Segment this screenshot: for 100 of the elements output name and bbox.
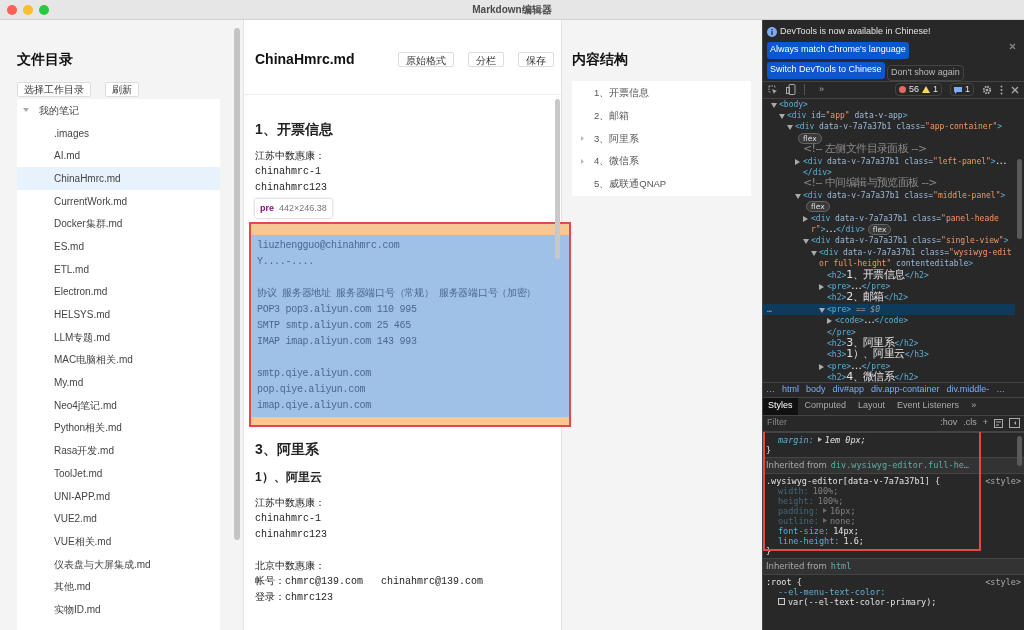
tree-item[interactable]: ChinaHmrc.md (17, 167, 220, 190)
outline-item[interactable]: 3、阿里系 (594, 131, 640, 146)
device-icon[interactable] (786, 84, 796, 95)
dom-node[interactable]: </div> (803, 167, 832, 177)
message-counter[interactable]: 1 (950, 83, 974, 96)
style-source[interactable]: <style> (985, 576, 1021, 587)
caret-icon[interactable] (803, 239, 809, 245)
caret-icon[interactable] (819, 363, 824, 370)
panel-tab[interactable]: Event Listeners (892, 397, 965, 415)
dismiss-button[interactable]: Don't show again (887, 65, 964, 81)
tree-item[interactable]: VUE2.md (17, 507, 220, 531)
tree-item[interactable]: Electron.md (17, 280, 220, 304)
panel-tab[interactable]: Computed (799, 397, 852, 415)
dom-tree-row[interactable]: <h2>1、开票信息</h2> (763, 269, 1015, 281)
outline-item[interactable]: 4、微信系 (594, 154, 640, 169)
breadcrumb[interactable]: div.app-container (871, 382, 940, 397)
color-swatch-icon[interactable] (778, 598, 785, 605)
dom-node[interactable]: <div data-v-7a7a37b1 class="wysiwyg-editor full-height" contenteditable> (819, 246, 1015, 270)
outline-item[interactable]: 2、邮箱 (594, 108, 630, 124)
dom-node[interactable]: <h2>4、微信系</h2> (827, 372, 919, 382)
dom-node[interactable]: <div data-v-7a7a37b1 class="single-view"> (811, 235, 1009, 247)
dom-tree-row[interactable]: <div data-v-7a7a37b1 class="left-panel">… (763, 155, 1015, 167)
tree-item[interactable]: MAC电脑相关.md (17, 348, 220, 372)
tree-item[interactable]: .images (17, 121, 220, 145)
inspect-icon[interactable] (768, 84, 778, 95)
caret-icon[interactable] (827, 318, 832, 325)
panel-tab[interactable]: Styles (763, 397, 798, 415)
tree-item[interactable]: Python相关.md (17, 416, 220, 440)
caret-icon[interactable] (787, 125, 793, 131)
dom-tree-row[interactable]: <div data-v-7a7a37b1 class="wysiwyg-editor full-height" contenteditable> (763, 246, 1015, 270)
more-tabs[interactable]: » (966, 397, 982, 415)
dom-node[interactable]: </pre> (827, 327, 856, 337)
dom-tree-row[interactable]: <!-- 中间编辑与预览面板 --> (763, 178, 1015, 190)
dom-node[interactable]: <h2>1、开票信息</h2> (827, 269, 929, 281)
toolbar-button[interactable]: 选择工作目录 (17, 82, 91, 97)
dom-node[interactable]: <div data-v-7a7a37b1 class="left-panel">… (803, 155, 1007, 167)
settings-icon[interactable] (982, 84, 992, 95)
tree-item[interactable]: 其他.md (17, 575, 220, 599)
dom-tree-row[interactable]: <h2>4、微信系</h2> (763, 372, 1015, 382)
caret-icon[interactable] (795, 158, 800, 165)
dom-tree-row[interactable]: <!-- 左侧文件目录面板 --> (763, 144, 1015, 156)
tree-item[interactable]: HELSYS.md (17, 303, 220, 326)
dom-node[interactable]: <pre>…</pre> (827, 360, 891, 373)
dom-tree-row[interactable]: <code>…</code> (763, 315, 1015, 327)
toolbar-button[interactable]: 保存 (518, 52, 554, 67)
dom-node[interactable]: <code>…</code> (835, 315, 909, 327)
outline-item[interactable]: 5、威联通QNAP (594, 176, 667, 192)
dom-tree-row[interactable]: <div data-v-7a7a37b1 class="single-view"> (763, 235, 1015, 247)
breadcrumb[interactable]: … (996, 382, 1006, 397)
tree-item[interactable]: My.md (17, 371, 220, 394)
more-tabs[interactable]: » (819, 82, 824, 97)
dom-node[interactable]: <div id="app" data-v-app> (787, 109, 908, 122)
scrollbar[interactable] (234, 28, 240, 540)
dom-tree-row[interactable]: <div id="app" data-v-app> (763, 109, 1015, 122)
sidebar-toggle-icon[interactable] (1009, 418, 1020, 428)
expand-icon[interactable] (817, 437, 822, 442)
hover-state-toggle[interactable]: :hov (940, 416, 958, 430)
dom-node[interactable]: <pre> == $0 (827, 303, 880, 316)
style-source[interactable]: <style> (985, 475, 1021, 486)
inherited-link[interactable]: html (830, 561, 852, 571)
new-rule-button[interactable]: + (982, 416, 988, 430)
tree-item[interactable]: Docker集群.md (17, 212, 220, 236)
tree-item[interactable]: VUE相关.md (17, 530, 220, 553)
dom-node[interactable]: <!-- 左侧文件目录面板 --> (803, 144, 927, 156)
toolbar-button[interactable]: 刷新 (105, 82, 139, 97)
caret-icon[interactable] (771, 102, 777, 108)
banner-button[interactable]: Switch DevTools to Chinese (767, 61, 885, 79)
tree-item[interactable]: UNI-APP.md (17, 484, 220, 508)
tree-item[interactable]: Rasa开发.md (17, 439, 220, 462)
breadcrumb[interactable]: body (806, 382, 826, 397)
outline-item[interactable]: 1、开票信息 (594, 86, 650, 101)
dom-tree-row[interactable]: <body> (763, 98, 1015, 110)
row-menu[interactable]: … (767, 303, 772, 316)
caret-icon[interactable] (819, 284, 824, 290)
dom-node[interactable]: <pre>…</pre> (827, 281, 891, 293)
dom-node[interactable]: <h3>1）、阿里云</h3> (827, 349, 929, 361)
tree-item[interactable]: CurrentWork.md (17, 189, 220, 213)
tree-item[interactable]: AI.md (17, 144, 220, 168)
tree-item[interactable]: 实物ID.md (17, 598, 220, 621)
toolbar-button[interactable]: 分栏 (468, 52, 504, 67)
caret-icon[interactable] (811, 250, 817, 256)
caret-icon[interactable] (819, 307, 825, 313)
tree-folder[interactable]: 我的笔记 (17, 99, 220, 122)
tree-item[interactable]: ETL.md (17, 257, 220, 281)
dom-node[interactable]: <h2>2、邮箱</h2> (827, 292, 908, 304)
panel-tab[interactable]: Layout (853, 397, 891, 415)
dom-node[interactable]: <!-- 中间编辑与预览面板 --> (803, 178, 937, 190)
dom-tree-row[interactable]: … <pre> == $0 (763, 303, 1015, 316)
class-toggle[interactable]: .cls (963, 416, 977, 430)
computed-styles-icon[interactable] (994, 418, 1003, 428)
tree-item[interactable]: LLM专题.md (17, 325, 220, 349)
dom-tree-row[interactable]: <h2>2、邮箱</h2> (763, 292, 1015, 304)
scrollbar[interactable] (555, 99, 560, 259)
caret-icon[interactable] (803, 215, 808, 222)
inherited-link[interactable]: div.wysiwyg-editor.full-he… (830, 460, 969, 470)
dom-tree-row[interactable]: <h3>1）、阿里云</h3> (763, 349, 1015, 361)
tree-item[interactable]: ES.md (17, 235, 220, 258)
more-options-icon[interactable] (1000, 84, 1003, 95)
tree-item[interactable]: Neo4j笔记.md (17, 393, 220, 417)
breadcrumb[interactable]: … (766, 382, 775, 397)
